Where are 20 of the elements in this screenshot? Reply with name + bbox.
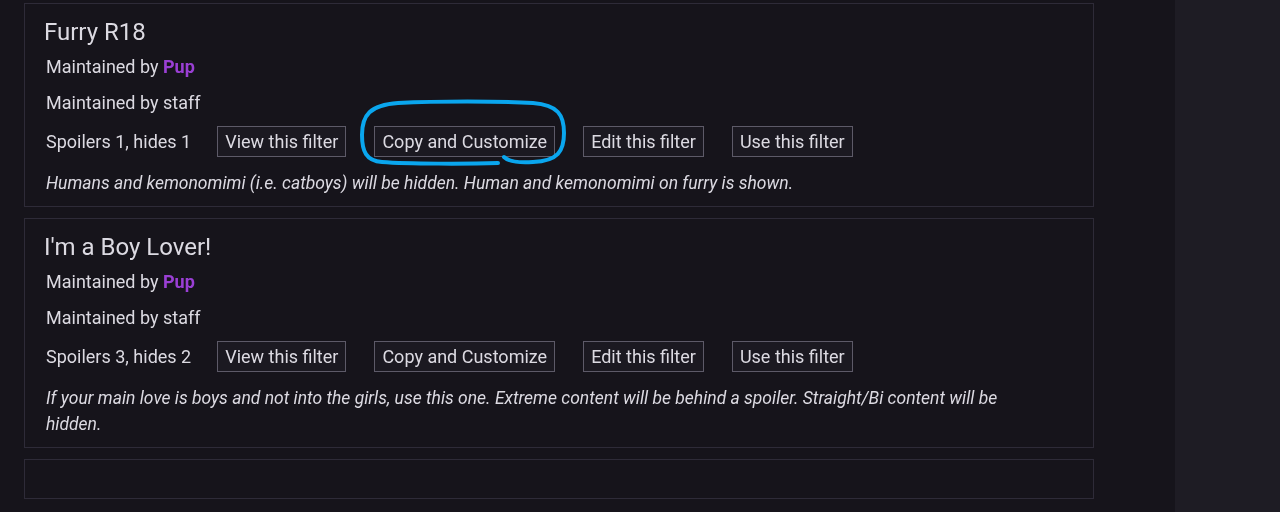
filter-title: Furry R18 xyxy=(44,18,147,46)
user-link[interactable]: Pup xyxy=(163,271,195,292)
filter-button[interactable]: Edit this filter xyxy=(583,126,704,157)
filter-button[interactable]: Copy and Customize xyxy=(374,341,556,372)
filter-description: If your main love is boys and not into the girls, use this one. Extreme content will be behind a spoiler. Straight/Bi content will be hidden. xyxy=(46,387,999,436)
filter-button[interactable]: View this filter xyxy=(217,341,347,372)
filter-description: Humans and kemonomimi (i.e. catboys) will be hidden. Human and kemonomimi on furry is shown. xyxy=(46,172,795,195)
maintainer-text: Maintained by staff xyxy=(46,307,201,328)
maintainer-text: Maintained by staff xyxy=(46,92,201,113)
filter-title: I'm a Boy Lover! xyxy=(44,233,213,261)
maintainer-text: Maintained by xyxy=(46,56,159,77)
user-link[interactable]: Pup xyxy=(163,56,195,77)
filter-summary: Spoilers 3, hides 2 xyxy=(46,346,192,367)
filter-summary: Spoilers 1, hides 1 xyxy=(46,131,192,152)
maintainer-text: Maintained by xyxy=(46,271,159,292)
filter-button[interactable]: View this filter xyxy=(217,126,347,157)
filter-button[interactable]: Edit this filter xyxy=(583,341,704,372)
filter-button[interactable]: Use this filter xyxy=(731,341,853,372)
filter-button[interactable]: Use this filter xyxy=(731,126,853,157)
filter-button[interactable]: Copy and Customize xyxy=(374,126,556,157)
